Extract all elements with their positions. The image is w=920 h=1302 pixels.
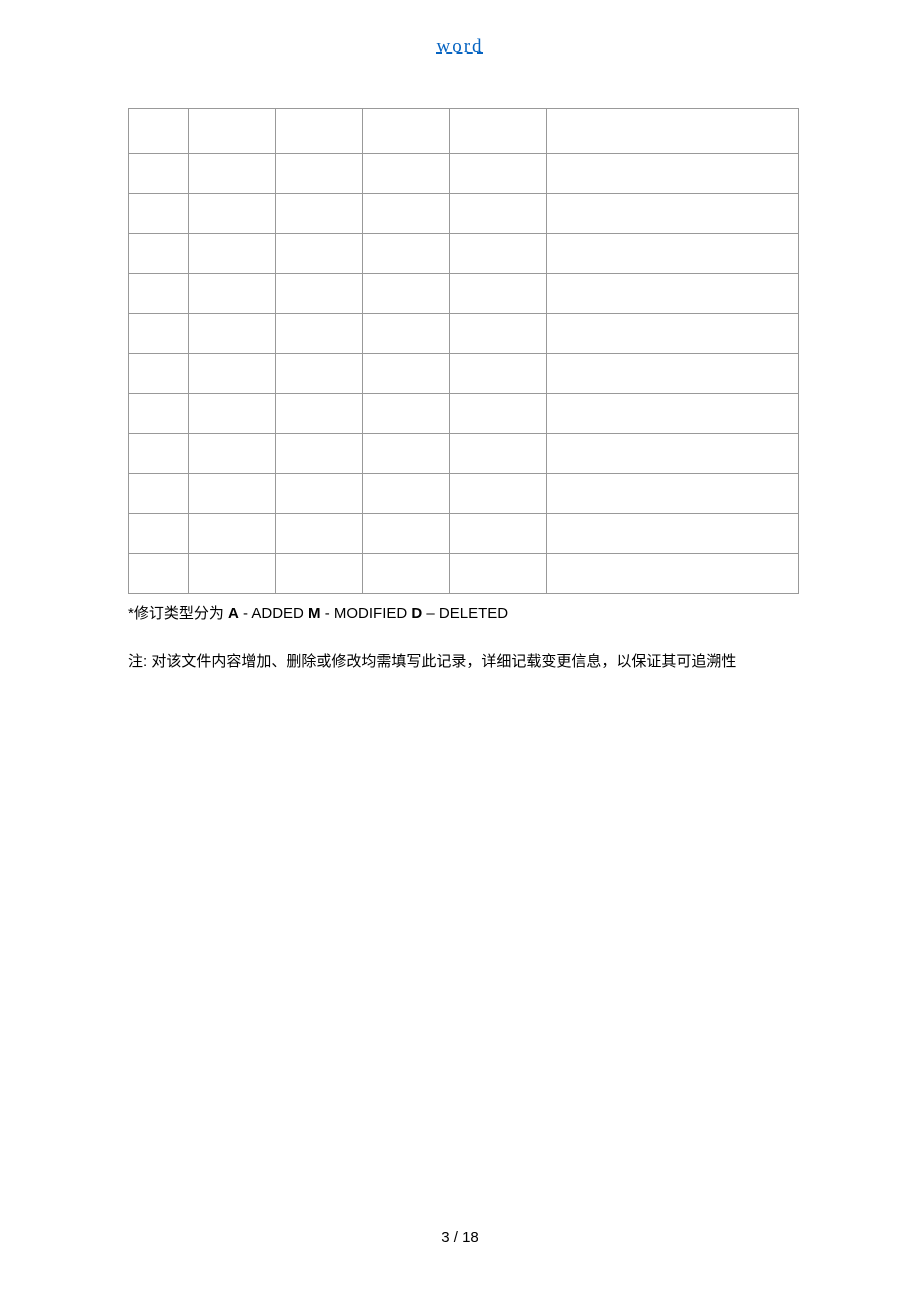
table-row xyxy=(129,474,799,514)
type-m-text: - MODIFIED xyxy=(321,605,412,622)
type-m-bold: M xyxy=(308,605,321,622)
table-row xyxy=(129,554,799,594)
word-link[interactable]: word xyxy=(436,36,483,57)
table-row xyxy=(129,109,799,154)
table-row xyxy=(129,274,799,314)
type-d-bold: D xyxy=(411,605,422,622)
instruction-note: 注: 对该文件内容增加、删除或修改均需填写此记录，详细记载变更信息，以保证其可追… xyxy=(128,648,798,675)
table-row xyxy=(129,434,799,474)
revision-prefix: *修订类型分为 xyxy=(128,605,228,622)
page-number: 3 / 18 xyxy=(441,1229,479,1246)
table-row xyxy=(129,394,799,434)
revision-table xyxy=(128,108,799,594)
revision-type-note: *修订类型分为 A - ADDED M - MODIFIED D – DELET… xyxy=(128,603,798,626)
table-row xyxy=(129,154,799,194)
table-row xyxy=(129,354,799,394)
type-a-bold: A xyxy=(228,605,239,622)
content-area: *修订类型分为 A - ADDED M - MODIFIED D – DELET… xyxy=(128,108,798,675)
header-link-container: word xyxy=(0,36,920,58)
table-row xyxy=(129,514,799,554)
table-row xyxy=(129,194,799,234)
page-footer: 3 / 18 xyxy=(0,1229,920,1246)
type-a-text: - ADDED xyxy=(239,605,308,622)
type-d-text: – DELETED xyxy=(422,605,508,622)
table-row xyxy=(129,234,799,274)
table-row xyxy=(129,314,799,354)
